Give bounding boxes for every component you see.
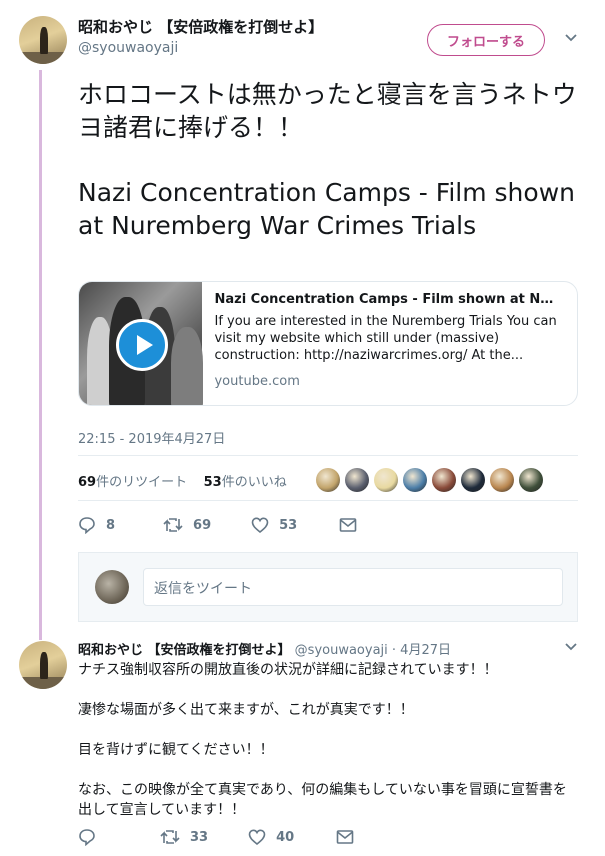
reply-input[interactable]: 返信をツイート [143, 568, 563, 606]
divider [78, 500, 578, 501]
dm-action[interactable] [336, 829, 364, 845]
paragraph: ナチス強制収容所の開放直後の状況が詳細に記録されています！！ [78, 662, 498, 678]
card-title[interactable]: Nazi Concentration Camps - Film shown at… [214, 292, 565, 307]
heart-icon [248, 829, 266, 846]
liker-avatar[interactable] [345, 468, 369, 492]
tweet-date[interactable]: · 4月27日 [392, 643, 451, 658]
paragraph: なお、この映像が全て真実であり、何の編集もしていない事を冒頭に宣誓書を出して宣言… [78, 782, 567, 818]
thread-line [39, 70, 42, 640]
reply-action[interactable]: 8 [78, 516, 115, 534]
tweet-text: ホロコーストは無かったと寝言を言うネトウヨ諸君に捧げる！！ Nazi Conce… [78, 78, 583, 274]
heart-icon [251, 517, 269, 534]
user-avatar [95, 570, 129, 604]
reply-compose-area: 返信をツイート [78, 552, 578, 622]
reply-icon [79, 829, 95, 846]
author-name[interactable]: 昭和おやじ 【安倍政権を打倒せよ】 [78, 16, 323, 37]
dm-action[interactable] [339, 517, 367, 533]
retweet-icon [163, 518, 183, 532]
liker-avatars [316, 468, 548, 492]
tweet-timestamp[interactable]: 22:15 - 2019年4月27日 [78, 428, 225, 447]
liker-avatar[interactable] [316, 468, 340, 492]
reply-count: 8 [106, 517, 116, 533]
liker-avatar[interactable] [490, 468, 514, 492]
video-thumbnail[interactable] [79, 282, 203, 405]
liker-avatar[interactable] [403, 468, 427, 492]
likes-count: 53 [203, 475, 222, 490]
mail-icon [336, 830, 354, 844]
author-avatar[interactable] [19, 16, 67, 64]
retweets-count: 69 [78, 475, 97, 490]
second-tweet-actions: 33 40 [78, 828, 394, 846]
reply-action[interactable] [78, 828, 106, 846]
engagement-stats: 69件のリツイート 53件のいいね [78, 471, 287, 490]
liker-avatar[interactable] [374, 468, 398, 492]
likes-stat[interactable]: 53件のいいね [204, 475, 287, 490]
second-tweet-header: 昭和おやじ 【安倍政権を打倒せよ】 @syouwaoyaji · 4月27日 [78, 639, 451, 658]
liker-avatar[interactable] [432, 468, 456, 492]
mail-icon [339, 518, 357, 532]
tweet-text-japanese: ホロコーストは無かったと寝言を言うネトウヨ諸君に捧げる！！ [78, 80, 577, 142]
liker-avatar[interactable] [519, 468, 543, 492]
second-tweet-text: ナチス強制収容所の開放直後の状況が詳細に記録されています！！ 凄惨な場面が多く出… [78, 660, 578, 840]
tweet-actions: 8 69 53 [78, 516, 397, 534]
author-avatar[interactable] [19, 641, 67, 689]
chevron-down-icon[interactable] [564, 31, 578, 45]
retweets-label: 件のリツイート [96, 475, 188, 490]
reply-icon [79, 517, 95, 534]
retweet-icon [160, 830, 180, 844]
tweet-text-english: Nazi Concentration Camps - Film shown at… [78, 178, 575, 240]
follow-button[interactable]: フォローする [427, 24, 545, 56]
like-action[interactable]: 53 [251, 516, 297, 534]
link-card[interactable]: Nazi Concentration Camps - Film shown at… [78, 281, 578, 406]
card-description: If you are interested in the Nuremberg T… [214, 314, 557, 363]
retweet-action[interactable]: 33 [160, 828, 208, 846]
like-count: 53 [279, 517, 298, 533]
liker-avatar[interactable] [461, 468, 485, 492]
like-count: 40 [276, 829, 295, 845]
divider [78, 455, 578, 456]
paragraph: 目を背けずに観てください！！ [78, 742, 274, 758]
card-body[interactable]: Nazi Concentration Camps - Film shown at… [202, 282, 577, 405]
chevron-down-icon[interactable] [564, 640, 578, 654]
author-handle[interactable]: @syouwaoyaji [295, 643, 388, 658]
retweets-stat[interactable]: 69件のリツイート [78, 475, 187, 490]
retweet-count: 69 [193, 517, 212, 533]
likes-label: 件のいいね [221, 475, 287, 490]
retweet-count: 33 [190, 829, 209, 845]
like-action[interactable]: 40 [248, 828, 294, 846]
paragraph: 凄惨な場面が多く出て来ますが、これが真実です！！ [78, 702, 414, 718]
author-handle[interactable]: @syouwaoyaji [78, 40, 178, 56]
play-icon[interactable] [116, 319, 168, 371]
retweet-action[interactable]: 69 [163, 516, 211, 534]
card-domain: youtube.com [214, 374, 300, 389]
author-name[interactable]: 昭和おやじ 【安倍政権を打倒せよ】 [78, 643, 291, 658]
